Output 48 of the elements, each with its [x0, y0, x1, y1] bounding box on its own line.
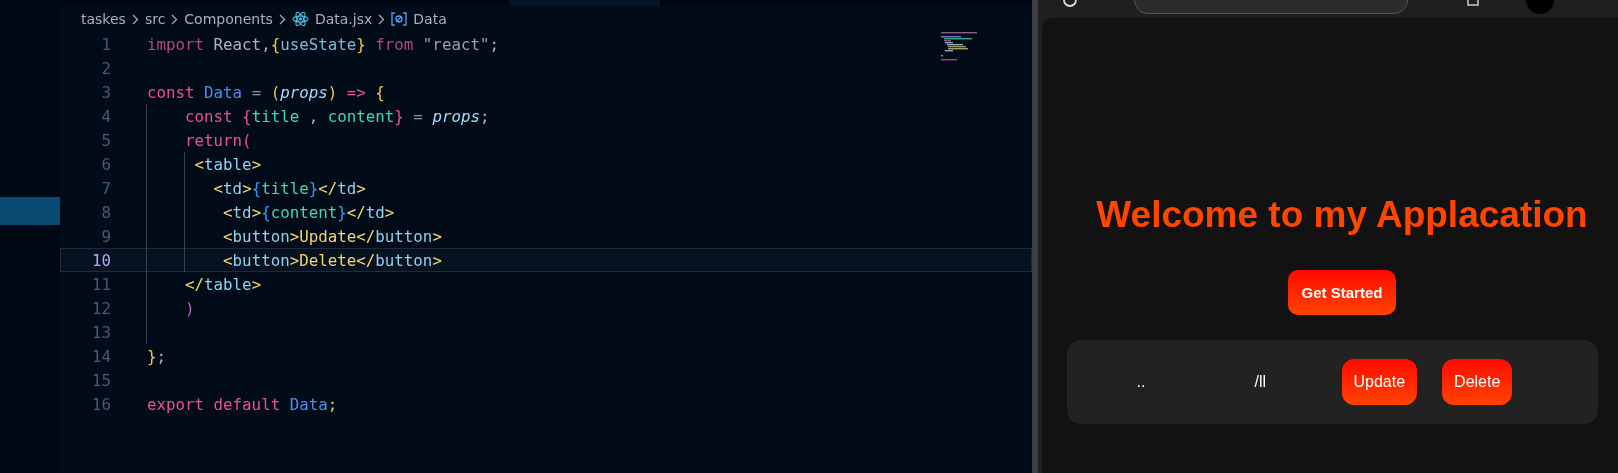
- code-line: <button>Delete</button>: [222, 250, 442, 270]
- code-line: const {title , content} = props;: [184, 106, 490, 126]
- page-heading: Welcome to my Applacation: [1096, 194, 1588, 236]
- atom-icon: [291, 11, 309, 27]
- line-number: 16: [90, 394, 111, 414]
- table-cell-text: /ll: [1254, 373, 1268, 391]
- delete-button[interactable]: Delete: [1442, 359, 1513, 405]
- line-number: 14: [90, 346, 111, 366]
- code-line: <table>: [193, 154, 262, 174]
- breadcrumb-item[interactable]: Data.jsx: [314, 11, 373, 27]
- code-line: export default Data;: [147, 394, 338, 414]
- line-number: 12: [90, 298, 111, 318]
- code-line: </table>: [184, 274, 262, 294]
- code-line: <td>{content}</td>: [222, 202, 395, 222]
- chevron-icon: [131, 13, 139, 25]
- line-number: 15: [90, 370, 111, 390]
- line-number: 13: [90, 322, 111, 342]
- chevron-icon: [378, 13, 386, 25]
- code-line: <button>Update</button>: [222, 226, 442, 246]
- sidebar-highlight: [0, 197, 60, 225]
- update-button[interactable]: Update: [1341, 359, 1418, 405]
- code-line: };: [147, 346, 167, 366]
- line-number: 2: [100, 58, 111, 78]
- line-number: 5: [100, 130, 111, 150]
- line-number: 11: [90, 274, 111, 294]
- line-number: 7: [100, 178, 111, 198]
- code-line: import React,{useState} from "react";: [147, 34, 499, 54]
- line-number: 10: [90, 250, 111, 270]
- breadcrumb-item[interactable]: Data: [413, 11, 447, 27]
- code-line: <td>{title}</td>: [212, 178, 366, 198]
- breadcrumb-item[interactable]: taskes: [81, 11, 126, 27]
- get-started-button[interactable]: Get Started: [1287, 270, 1397, 315]
- line-number: 9: [100, 226, 111, 246]
- code-line: const Data = (props) => {: [147, 82, 385, 102]
- code-line: ): [184, 298, 195, 318]
- table-cell-text: ..: [1136, 373, 1147, 391]
- chevron-icon: [278, 13, 286, 25]
- line-number: 3: [100, 82, 111, 102]
- refresh-icon[interactable]: [1062, 0, 1078, 8]
- line-number: 4: [100, 106, 111, 126]
- symbol-icon: [391, 12, 408, 26]
- chevron-icon: [171, 13, 179, 25]
- line-number: 8: [100, 202, 111, 222]
- line-number: 1: [100, 34, 111, 54]
- breadcrumb-item[interactable]: src: [144, 11, 166, 27]
- breadcrumb-item[interactable]: Components: [184, 11, 273, 27]
- code-line: return(: [184, 130, 252, 150]
- line-number: 6: [100, 154, 111, 174]
